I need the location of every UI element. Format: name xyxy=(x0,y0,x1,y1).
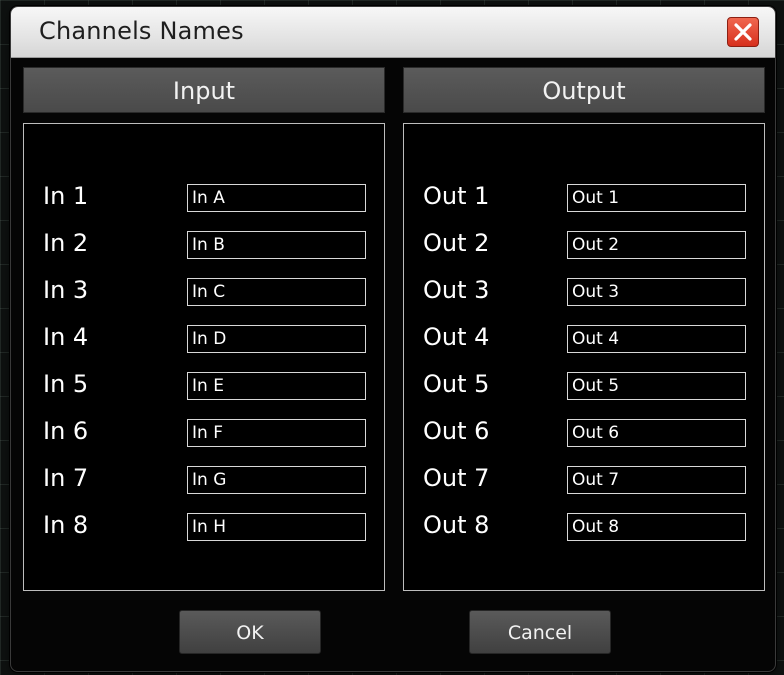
channels-names-dialog: Channels Names Input In 1 In 2 In 3 In 4… xyxy=(10,6,776,672)
output-header: Output xyxy=(403,67,765,113)
input-label: In 6 xyxy=(43,417,89,445)
output-name-field[interactable] xyxy=(567,372,746,400)
input-label: In 3 xyxy=(43,276,89,304)
input-label: In 4 xyxy=(43,323,89,351)
output-label: Out 8 xyxy=(423,511,490,539)
input-label: In 5 xyxy=(43,370,89,398)
output-name-field[interactable] xyxy=(567,231,746,259)
output-name-field[interactable] xyxy=(567,278,746,306)
input-name-field[interactable] xyxy=(187,372,366,400)
input-name-field[interactable] xyxy=(187,278,366,306)
output-panel: Out 1 Out 2 Out 3 Out 4 Out 5 Out 6 Out … xyxy=(403,123,765,591)
ok-button[interactable]: OK xyxy=(179,610,321,654)
output-name-field[interactable] xyxy=(567,419,746,447)
input-name-field[interactable] xyxy=(187,466,366,494)
input-label: In 1 xyxy=(43,182,89,210)
output-label: Out 7 xyxy=(423,464,490,492)
output-label: Out 6 xyxy=(423,417,490,445)
title-bar[interactable]: Channels Names xyxy=(11,7,775,58)
output-name-field[interactable] xyxy=(567,513,746,541)
cancel-button[interactable]: Cancel xyxy=(469,610,611,654)
dialog-title: Channels Names xyxy=(39,17,244,45)
input-name-field[interactable] xyxy=(187,231,366,259)
output-label: Out 2 xyxy=(423,229,490,257)
output-name-field[interactable] xyxy=(567,184,746,212)
input-panel: In 1 In 2 In 3 In 4 In 5 In 6 In 7 In 8 xyxy=(23,123,385,591)
output-label: Out 1 xyxy=(423,182,490,210)
input-name-field[interactable] xyxy=(187,325,366,353)
input-name-field[interactable] xyxy=(187,419,366,447)
output-name-field[interactable] xyxy=(567,466,746,494)
input-label: In 8 xyxy=(43,511,89,539)
output-label: Out 4 xyxy=(423,323,490,351)
input-label: In 7 xyxy=(43,464,89,492)
close-icon xyxy=(734,23,752,41)
input-label: In 2 xyxy=(43,229,89,257)
input-header: Input xyxy=(23,67,385,113)
output-label: Out 5 xyxy=(423,370,490,398)
input-name-field[interactable] xyxy=(187,184,366,212)
output-label: Out 3 xyxy=(423,276,490,304)
output-name-field[interactable] xyxy=(567,325,746,353)
close-button[interactable] xyxy=(727,17,759,47)
input-name-field[interactable] xyxy=(187,513,366,541)
